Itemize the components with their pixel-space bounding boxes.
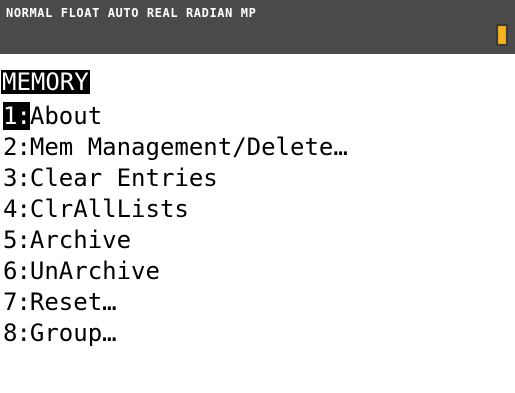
menu-item-number: 1: [3,102,31,130]
menu-item-label: Group… [29,319,117,347]
menu-list: 1:About 2:Mem Management/Delete… 3:Clear… [0,102,515,350]
menu-item-about[interactable]: 1:About [0,102,515,133]
menu-item-clear-entries[interactable]: 3:Clear Entries [0,164,515,195]
menu-item-number: 3: [3,164,31,192]
status-mode-text: NORMAL FLOAT AUTO REAL RADIAN MP [6,6,257,20]
battery-icon [496,24,508,46]
menu-item-number: 6: [3,257,31,285]
menu-title: MEMORY [1,68,90,96]
menu-item-clr-all-lists[interactable]: 4:ClrAllLists [0,195,515,226]
menu-item-number: 7: [3,288,31,316]
menu-item-unarchive[interactable]: 6:UnArchive [0,257,515,288]
battery-level [499,27,505,43]
menu-item-label: Archive [29,226,132,254]
menu-item-number: 5: [3,226,31,254]
menu-item-label: About [29,102,103,130]
menu-item-mem-management[interactable]: 2:Mem Management/Delete… [0,133,515,164]
menu-item-label: Reset… [29,288,117,316]
menu-item-label: Mem Management/Delete… [29,133,348,161]
menu-item-archive[interactable]: 5:Archive [0,226,515,257]
menu-item-number: 8: [3,319,31,347]
menu-item-number: 2: [3,133,31,161]
menu-item-number: 4: [3,195,31,223]
calculator-screen: NORMAL FLOAT AUTO REAL RADIAN MP MEMORY … [0,0,515,393]
menu-item-label: ClrAllLists [29,195,189,223]
menu-item-label: UnArchive [29,257,160,285]
menu-item-group[interactable]: 8:Group… [0,319,515,350]
menu-item-reset[interactable]: 7:Reset… [0,288,515,319]
status-bar: NORMAL FLOAT AUTO REAL RADIAN MP [0,0,515,54]
menu-item-label: Clear Entries [29,164,218,192]
